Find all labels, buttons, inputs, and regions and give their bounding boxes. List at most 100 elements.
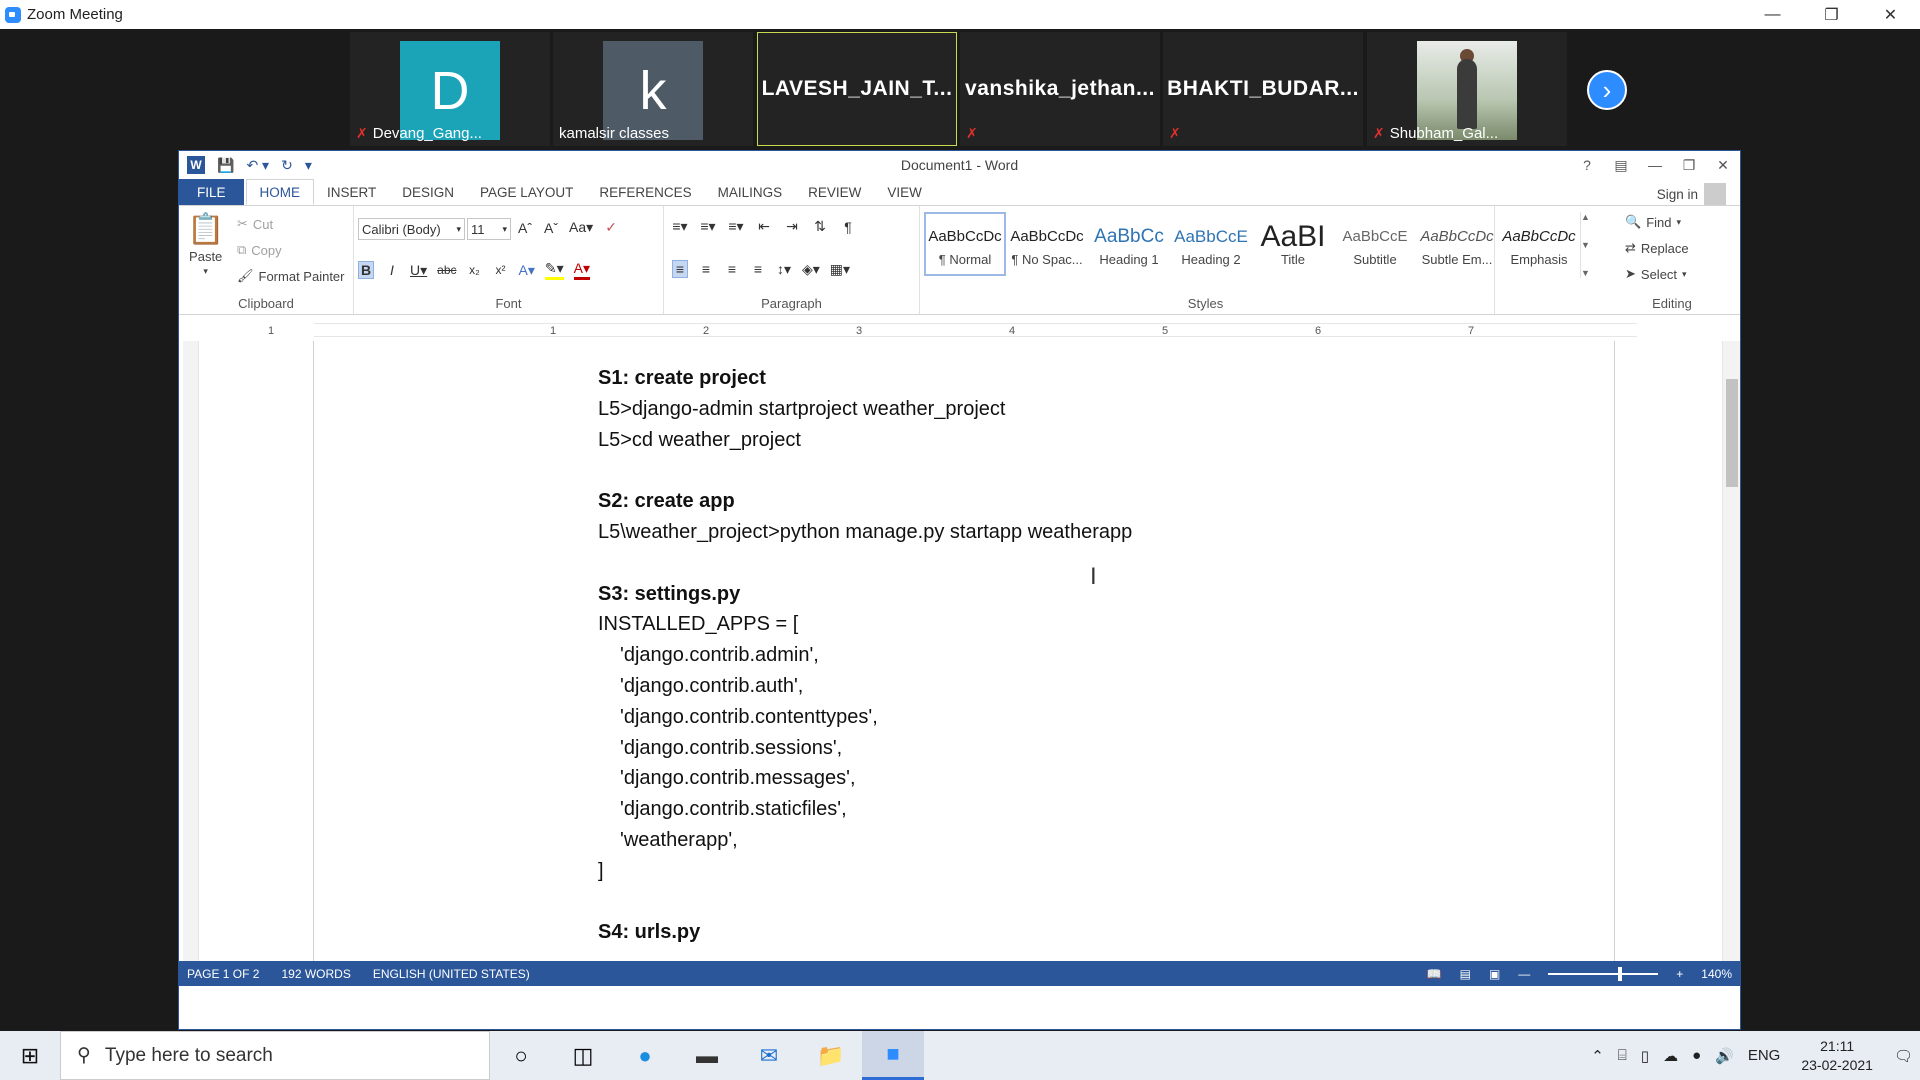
tab-home[interactable]: HOME [245, 179, 315, 205]
clock[interactable]: 21:11 23-02-2021 [1801, 1037, 1873, 1075]
font-color-icon[interactable]: A▾ [573, 260, 591, 280]
text-effects-icon[interactable]: A▾ [519, 262, 535, 279]
document-line[interactable]: S4: urls.py [598, 917, 1132, 948]
participant-tile-active-speaker[interactable]: LAVESH_JAIN_T... [757, 32, 957, 146]
taskbar-search[interactable]: ⚲ Type here to search [60, 1031, 490, 1080]
participant-tile[interactable]: D ✗ Devang_Gang... [350, 32, 550, 146]
document-page[interactable]: S1: create project L5>django-admin startp… [313, 341, 1615, 971]
document-line[interactable]: L5>django-admin startproject weather_pro… [598, 394, 1132, 425]
vertical-scrollbar[interactable] [1722, 341, 1740, 971]
amazon-icon[interactable]: ▬ [676, 1031, 738, 1080]
task-view-icon[interactable]: ◫ [552, 1031, 614, 1080]
paste-button[interactable]: 📋 Paste ▾ [187, 212, 224, 277]
scroll-thumb[interactable] [1726, 379, 1738, 487]
vertical-ruler[interactable] [183, 341, 199, 971]
participant-tile[interactable]: vanshika_jethan... ✗ [960, 32, 1160, 146]
document-body[interactable]: S1: create project L5>django-admin startp… [598, 363, 1132, 948]
mail-icon[interactable]: ✉ [738, 1031, 800, 1080]
tray-expand-icon[interactable]: ⌃ [1591, 1047, 1604, 1065]
page-count[interactable]: PAGE 1 OF 2 [187, 967, 259, 981]
tab-page-layout[interactable]: PAGE LAYOUT [467, 179, 586, 205]
tab-review[interactable]: REVIEW [795, 179, 874, 205]
restore-button[interactable]: ❐ [1672, 151, 1706, 179]
highlight-icon[interactable]: ✎▾ [544, 260, 564, 280]
align-center-icon[interactable]: ≡ [698, 261, 714, 277]
tab-file[interactable]: FILE [179, 179, 244, 205]
close-button[interactable]: ✕ [1861, 0, 1920, 29]
zoom-slider[interactable] [1548, 966, 1659, 981]
ribbon-display-icon[interactable]: ▤ [1604, 151, 1638, 179]
show-marks-icon[interactable]: ¶ [840, 219, 856, 235]
microphone-icon[interactable]: ● [1692, 1047, 1701, 1064]
tab-references[interactable]: REFERENCES [586, 179, 704, 205]
volume-icon[interactable]: 🔊 [1715, 1047, 1734, 1065]
bullets-icon[interactable]: ≡▾ [672, 218, 688, 235]
align-left-icon[interactable]: ≡ [672, 260, 688, 278]
zoom-level[interactable]: 140% [1701, 967, 1732, 981]
print-layout-icon[interactable]: ▤ [1460, 967, 1471, 981]
redo-icon[interactable]: ↻ [281, 157, 293, 174]
document-line[interactable] [598, 548, 1132, 579]
subscript-icon[interactable]: x₂ [467, 263, 483, 277]
customize-qat-icon[interactable]: ▾ [305, 157, 312, 174]
word-count[interactable]: 192 WORDS [281, 967, 350, 981]
battery-icon[interactable]: ▯ [1641, 1047, 1649, 1065]
language-indicator[interactable]: ENG [1748, 1047, 1781, 1064]
scroll-up-icon[interactable]: ▲ [1581, 212, 1590, 222]
document-line[interactable]: 'django.contrib.auth', [598, 671, 1132, 702]
close-button[interactable]: ✕ [1706, 151, 1740, 179]
document-line[interactable]: INSTALLED_APPS = [ [598, 609, 1132, 640]
document-line[interactable] [598, 455, 1132, 486]
file-explorer-icon[interactable]: 📁 [800, 1031, 862, 1080]
save-icon[interactable]: 💾 [217, 157, 234, 174]
wifi-icon[interactable]: ⌸ [1618, 1047, 1627, 1064]
next-page-arrow-icon[interactable]: › [1587, 70, 1627, 110]
document-line[interactable]: 'django.contrib.contenttypes', [598, 702, 1132, 733]
document-line[interactable]: 'django.contrib.sessions', [598, 733, 1132, 764]
borders-icon[interactable]: ▦▾ [830, 261, 850, 278]
minimize-button[interactable]: — [1743, 0, 1802, 29]
document-line[interactable]: 'django.contrib.staticfiles', [598, 794, 1132, 825]
find-button[interactable]: 🔍 Find ▾ [1625, 214, 1681, 230]
numbering-icon[interactable]: ≡▾ [700, 218, 716, 235]
edge-icon[interactable]: ● [614, 1031, 676, 1080]
read-mode-icon[interactable]: 📖 [1427, 967, 1442, 981]
document-line[interactable]: S3: settings.py [598, 579, 1132, 610]
document-line[interactable]: S1: create project [598, 363, 1132, 394]
bold-icon[interactable]: B [358, 261, 374, 279]
document-line[interactable]: ] [598, 856, 1132, 887]
increase-indent-icon[interactable]: ⇥ [784, 218, 800, 235]
document-line[interactable]: 'django.contrib.messages', [598, 763, 1132, 794]
language-status[interactable]: ENGLISH (UNITED STATES) [373, 967, 530, 981]
document-line[interactable]: 'django.contrib.admin', [598, 640, 1132, 671]
tab-insert[interactable]: INSERT [314, 179, 389, 205]
windows-start-icon[interactable]: ⊞ [0, 1031, 60, 1080]
help-icon[interactable]: ? [1570, 151, 1604, 179]
styles-scroll[interactable]: ▲ ▼ ▼ [1580, 212, 1590, 278]
style-emphasis[interactable]: AaBbCcDc Emphasis [1498, 212, 1580, 276]
participant-tile[interactable]: k kamalsir classes [553, 32, 753, 146]
zoom-out-icon[interactable]: — [1518, 967, 1530, 981]
restore-button[interactable]: ❐ [1802, 0, 1861, 29]
italic-icon[interactable]: I [384, 262, 400, 278]
participant-tile[interactable]: BHAKTI_BUDAR... ✗ [1163, 32, 1363, 146]
tab-design[interactable]: DESIGN [389, 179, 467, 205]
horizontal-ruler[interactable]: 1 1 2 3 4 5 6 7 [179, 317, 1740, 341]
cortana-icon[interactable]: ○ [490, 1031, 552, 1080]
select-button[interactable]: ➤ Select ▾ [1625, 266, 1687, 282]
grow-font-icon[interactable]: Aˆ [517, 220, 533, 236]
strikethrough-icon[interactable]: abc [437, 263, 456, 277]
format-painter-button[interactable]: 🖌 Format Painter [237, 268, 345, 284]
more-styles-icon[interactable]: ▼ [1581, 268, 1590, 278]
document-line[interactable]: L5\weather_project>python manage.py star… [598, 517, 1132, 548]
undo-icon[interactable]: ↶ ▾ [246, 157, 269, 174]
zoom-in-icon[interactable]: + [1676, 967, 1683, 981]
tab-mailings[interactable]: MAILINGS [705, 179, 796, 205]
font-name-combo[interactable]: Calibri (Body) ▾ [358, 218, 465, 240]
scroll-down-icon[interactable]: ▼ [1581, 240, 1590, 250]
sign-in-link[interactable]: Sign in [1657, 187, 1698, 202]
user-avatar-icon[interactable] [1704, 183, 1726, 205]
tab-view[interactable]: VIEW [874, 179, 935, 205]
replace-button[interactable]: ⇄ Replace [1625, 240, 1689, 256]
copy-button[interactable]: ⧉ Copy [237, 242, 282, 258]
